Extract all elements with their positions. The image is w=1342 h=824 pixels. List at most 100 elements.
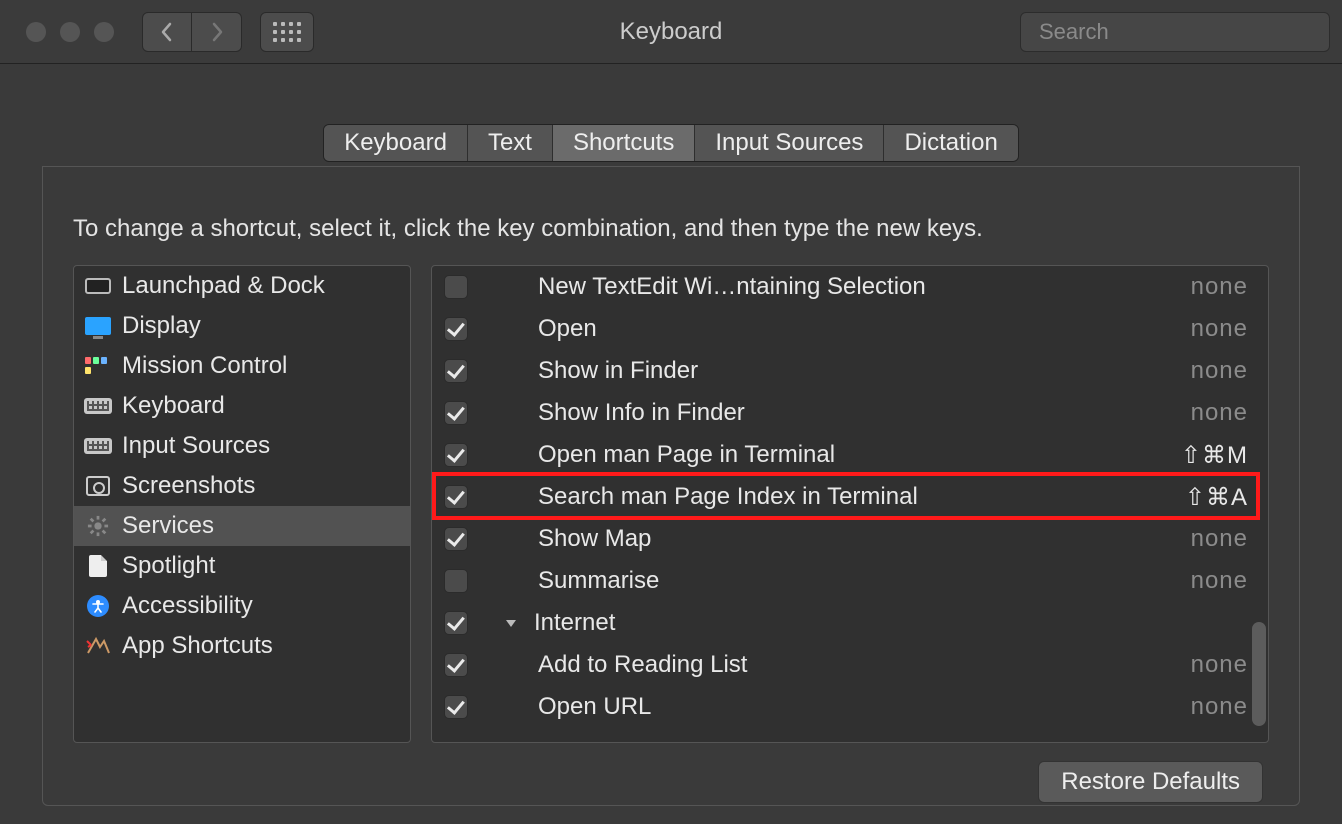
sidebar-item-mission-control[interactable]: Mission Control <box>74 346 410 386</box>
sidebar-item-accessibility[interactable]: Accessibility <box>74 586 410 626</box>
service-shortcut[interactable]: none <box>1191 399 1248 427</box>
shortcuts-pane: To change a shortcut, select it, click t… <box>42 166 1300 806</box>
sidebar-item-label: Mission Control <box>122 352 287 380</box>
columns: Launchpad & Dock Display Mission Control Ke… <box>73 265 1269 743</box>
service-label: Show Info in Finder <box>538 399 1177 427</box>
sidebar-item-label: Display <box>122 312 201 340</box>
category-sidebar[interactable]: Launchpad & Dock Display Mission Control Ke… <box>73 265 411 743</box>
sidebar-item-launchpad-dock[interactable]: Launchpad & Dock <box>74 266 410 306</box>
service-shortcut[interactable]: none <box>1191 525 1248 553</box>
window-controls <box>26 22 114 42</box>
service-label: Internet <box>534 609 1248 637</box>
tab-shortcuts[interactable]: Shortcuts <box>553 125 695 161</box>
tab-input-sources[interactable]: Input Sources <box>695 125 884 161</box>
service-checkbox[interactable] <box>444 317 468 341</box>
restore-defaults-button[interactable]: Restore Defaults <box>1038 761 1263 803</box>
service-checkbox[interactable] <box>444 653 468 677</box>
service-row[interactable]: Summarise none <box>432 560 1268 602</box>
close-window-button[interactable] <box>26 22 46 42</box>
service-label: Open man Page in Terminal <box>538 441 1167 469</box>
service-checkbox[interactable] <box>444 695 468 719</box>
service-row[interactable]: Add to Reading Listnone <box>432 644 1268 686</box>
content-area: KeyboardTextShortcutsInput SourcesDictat… <box>0 64 1342 806</box>
app-shortcuts-icon <box>84 635 112 657</box>
service-label: Open URL <box>538 693 1177 721</box>
document-icon <box>84 555 112 577</box>
service-label: Show Map <box>538 525 1177 553</box>
keyboard-icon <box>84 435 112 457</box>
tab-text[interactable]: Text <box>468 125 553 161</box>
launchpad-icon <box>84 275 112 297</box>
sidebar-item-spotlight[interactable]: Spotlight <box>74 546 410 586</box>
keyboard-icon <box>84 395 112 417</box>
disclosure-triangle-icon[interactable] <box>502 616 520 630</box>
service-label: New TextEdit Wi…ntaining Selection <box>538 273 1177 301</box>
mission-control-icon <box>84 355 112 377</box>
service-shortcut[interactable]: none <box>1191 273 1248 301</box>
service-shortcut[interactable]: none <box>1191 357 1248 385</box>
sidebar-item-input-sources[interactable]: Input Sources <box>74 426 410 466</box>
sidebar-item-keyboard[interactable]: Keyboard <box>74 386 410 426</box>
service-row[interactable]: Open man Page in Terminal ⇧⌘M <box>432 434 1268 476</box>
service-label: Open <box>538 315 1177 343</box>
service-row[interactable]: Show in Finder none <box>432 350 1268 392</box>
service-checkbox[interactable] <box>444 569 468 593</box>
sidebar-item-services[interactable]: Services <box>74 506 410 546</box>
service-shortcut[interactable]: ⇧⌘M <box>1181 441 1248 470</box>
minimize-window-button[interactable] <box>60 22 80 42</box>
service-shortcut[interactable]: ⇧⌘A <box>1185 483 1248 512</box>
sidebar-item-label: Screenshots <box>122 472 255 500</box>
service-shortcut[interactable]: none <box>1191 315 1248 343</box>
search-field[interactable] <box>1020 12 1330 52</box>
zoom-window-button[interactable] <box>94 22 114 42</box>
chevron-left-icon <box>159 21 175 43</box>
sidebar-item-label: Input Sources <box>122 432 270 460</box>
nav-buttons <box>142 12 242 52</box>
service-shortcut[interactable]: none <box>1191 651 1248 679</box>
service-shortcut[interactable]: none <box>1191 567 1248 595</box>
service-checkbox[interactable] <box>444 401 468 425</box>
services-list[interactable]: New TextEdit Wi…ntaining SelectionnoneOp… <box>431 265 1269 743</box>
sidebar-item-label: Keyboard <box>122 392 225 420</box>
tab-bar: KeyboardTextShortcutsInput SourcesDictat… <box>42 124 1300 162</box>
service-checkbox[interactable] <box>444 443 468 467</box>
sidebar-item-display[interactable]: Display <box>74 306 410 346</box>
service-label: Search man Page Index in Terminal <box>538 483 1171 511</box>
tab-dictation[interactable]: Dictation <box>884 125 1017 161</box>
toolbar: Keyboard <box>0 0 1342 64</box>
preferences-window: Keyboard KeyboardTextShortcutsInput Sour… <box>0 0 1342 824</box>
display-icon <box>84 315 112 337</box>
back-button[interactable] <box>142 12 192 52</box>
gear-icon <box>84 515 112 537</box>
service-checkbox[interactable] <box>444 359 468 383</box>
service-row[interactable]: Open none <box>432 308 1268 350</box>
grid-icon <box>273 22 301 42</box>
screenshot-icon <box>84 475 112 497</box>
service-row[interactable]: New TextEdit Wi…ntaining Selection none <box>432 266 1268 308</box>
sidebar-item-label: Launchpad & Dock <box>122 272 325 300</box>
instruction-text: To change a shortcut, select it, click t… <box>73 215 1269 243</box>
sidebar-item-screenshots[interactable]: Screenshots <box>74 466 410 506</box>
sidebar-item-label: Services <box>122 512 214 540</box>
chevron-right-icon <box>209 21 225 43</box>
sidebar-item-label: Accessibility <box>122 592 253 620</box>
service-checkbox[interactable] <box>444 485 468 509</box>
service-row[interactable]: Show Map none <box>432 518 1268 560</box>
sidebar-item-app-shortcuts[interactable]: App Shortcuts <box>74 626 410 666</box>
search-input[interactable] <box>1039 19 1327 45</box>
service-shortcut[interactable]: none <box>1191 693 1248 721</box>
tab-keyboard[interactable]: Keyboard <box>324 125 468 161</box>
service-checkbox[interactable] <box>444 527 468 551</box>
service-checkbox[interactable] <box>444 275 468 299</box>
service-row[interactable]: Open URL none <box>432 686 1268 728</box>
service-group-row[interactable]: Internet <box>432 602 1268 644</box>
service-label: Summarise <box>538 567 1177 595</box>
show-all-button[interactable] <box>260 12 314 52</box>
sidebar-item-label: App Shortcuts <box>122 632 273 660</box>
service-label: Show in Finder <box>538 357 1177 385</box>
service-checkbox[interactable] <box>444 611 468 635</box>
service-row[interactable]: Search man Page Index in Terminal ⇧⌘A <box>432 476 1268 518</box>
forward-button[interactable] <box>192 12 242 52</box>
service-row[interactable]: Show Info in Finder none <box>432 392 1268 434</box>
accessibility-icon <box>84 595 112 617</box>
